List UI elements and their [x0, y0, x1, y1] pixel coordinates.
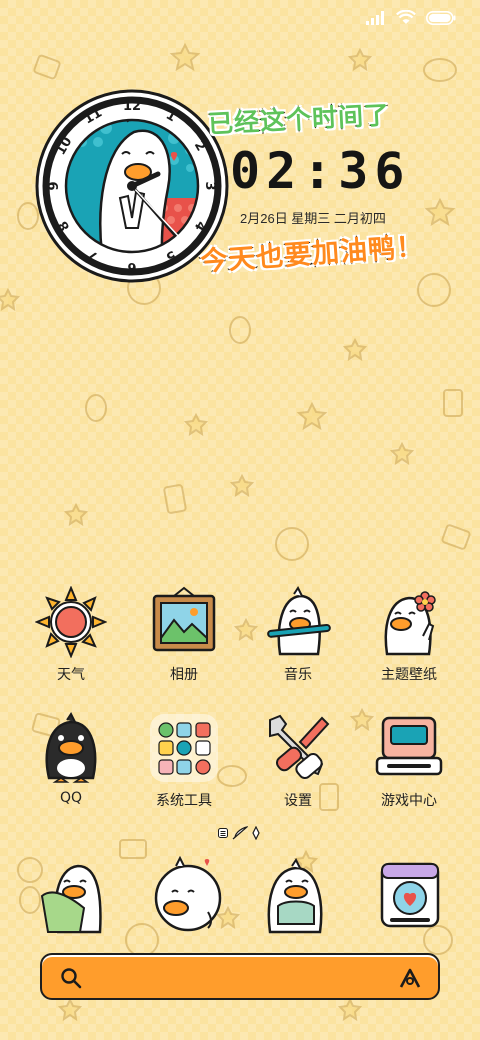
app-weather[interactable]: 天气 [21, 586, 121, 684]
digital-time: 02:36 [230, 142, 411, 200]
camera-heart-icon [380, 862, 440, 928]
app-label: 设置 [284, 793, 312, 809]
time-date-widget[interactable]: 已经这个时间了 02:36 2月26日 星期三 二月初四 今天也要加油鸭！ [198, 94, 460, 284]
sun-icon [35, 586, 107, 658]
app-qq[interactable]: QQ [21, 712, 121, 806]
picture-frame-icon [152, 586, 216, 652]
app-label: 系统工具 [156, 793, 212, 809]
slogan-bottom: 今天也要加油鸭！ [198, 230, 426, 279]
clock-number: 12 [123, 99, 141, 114]
feather-icon [232, 826, 248, 840]
search-bar[interactable] [40, 953, 440, 1000]
clock-number: 6 [127, 259, 136, 274]
black-duck-icon [45, 712, 97, 783]
dock-app-2[interactable] [150, 856, 230, 936]
app-label: 主题壁纸 [381, 667, 437, 683]
app-game-center[interactable]: 游戏中心 [359, 712, 459, 810]
tools-icon [269, 714, 330, 780]
duck-sweater-icon [267, 858, 323, 934]
assistant-logo-icon[interactable] [398, 966, 422, 990]
date-text: 2月26日 星期三 二月初四 [240, 211, 386, 226]
folder-icon [150, 714, 218, 782]
duck-flower-icon [384, 591, 436, 656]
list-icon [218, 828, 228, 838]
slogan-top: 已经这个时间了 [206, 99, 391, 139]
app-music[interactable]: 音乐 [248, 586, 348, 684]
dock-app-1[interactable] [34, 856, 114, 936]
app-label: 游戏中心 [381, 793, 437, 809]
app-label: 音乐 [284, 667, 312, 683]
app-system-tools-folder[interactable]: 系统工具 [134, 712, 234, 810]
game-console-icon [375, 716, 443, 776]
duck-towel-icon [40, 864, 102, 934]
search-icon[interactable] [60, 967, 82, 989]
app-label: 相册 [170, 667, 198, 683]
app-label: 天气 [57, 667, 85, 683]
duck-flute-icon [267, 586, 331, 656]
dock-app-3[interactable] [256, 856, 336, 936]
pin-icon [252, 826, 260, 840]
duck-heart-icon [154, 856, 222, 932]
app-themes[interactable]: 主题壁纸 [359, 586, 459, 684]
page-indicator[interactable] [218, 826, 260, 840]
app-gallery[interactable]: 相册 [134, 586, 234, 684]
app-label: QQ [59, 790, 83, 806]
clock-number: 9 [47, 181, 62, 190]
dock-app-4[interactable] [370, 856, 450, 936]
app-settings[interactable]: 设置 [248, 712, 348, 810]
